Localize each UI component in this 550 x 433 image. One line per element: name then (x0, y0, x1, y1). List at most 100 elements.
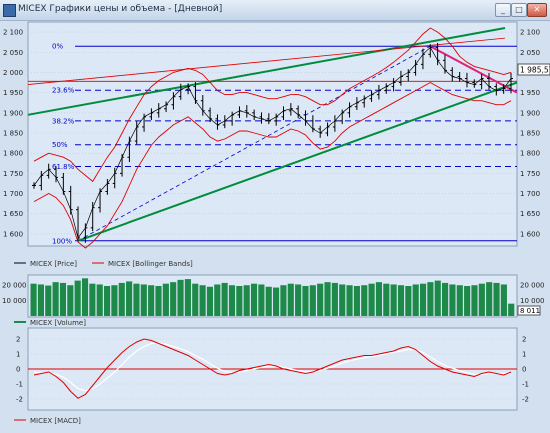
volume-bar (214, 284, 221, 316)
volume-bar (59, 282, 67, 316)
price-tick-right: 1 900 (520, 109, 540, 117)
volume-bar (126, 281, 133, 316)
volume-bar (133, 283, 140, 316)
macd-tick-left: 1 (16, 351, 20, 359)
price-tick-left: 1 700 (3, 190, 23, 198)
volume-bar (162, 283, 169, 316)
price-tick-left: 1 750 (3, 170, 23, 178)
volume-bar (103, 286, 111, 316)
volume-bar (456, 285, 463, 316)
volume-bar (221, 282, 228, 316)
volume-bar (236, 286, 243, 316)
volume-bar (67, 285, 74, 316)
legend-macd: MICEX [MACD] (30, 417, 81, 425)
price-tick-left: 1 650 (3, 210, 23, 218)
price-tick-right: 1 600 (520, 230, 540, 238)
price-plot[interactable] (27, 21, 518, 247)
macd-legend: MICEX [MACD] (14, 417, 81, 425)
macd-tick-right: 2 (522, 336, 526, 344)
title-bar[interactable]: MICEX Графики цены и объема - [Дневной] … (0, 0, 550, 21)
price-tick-left: 1 950 (3, 89, 23, 97)
price-tick-left: 1 800 (3, 150, 23, 158)
macd-tick-right: -1 (522, 381, 529, 389)
volume-bar (52, 282, 59, 316)
volume-bar (464, 286, 471, 316)
price-tick-left: 1 600 (3, 230, 23, 238)
price-tick-left: 1 850 (3, 129, 23, 137)
macd-tick-right: -2 (522, 396, 529, 404)
price-tick-right: 1 850 (520, 129, 540, 137)
volume-bar (375, 282, 383, 316)
window-title: MICEX Графики цены и объема - [Дневной] (18, 4, 223, 14)
volume-bar (478, 283, 485, 316)
volume-legend: MICEX [Volume] (14, 319, 86, 327)
volume-bar (412, 284, 419, 316)
volume-bar (177, 279, 184, 316)
volume-bar (258, 284, 265, 316)
volume-bar (368, 283, 375, 316)
volume-bar (508, 303, 515, 316)
volume-bar (390, 284, 397, 316)
volume-bar (419, 283, 427, 316)
volume-bar (184, 279, 191, 316)
volume-bar (324, 282, 331, 316)
price-tick-right: 1 800 (520, 150, 540, 158)
volume-bar (397, 285, 405, 316)
fib-label: 100% (52, 237, 72, 245)
volume-bar (45, 285, 52, 316)
last-price-label: 1 985,57 (520, 66, 550, 75)
price-tick-right: 2 050 (520, 49, 540, 57)
volume-bar (243, 285, 250, 316)
price-tick-left: 2 000 (3, 69, 23, 77)
volume-bar (500, 284, 507, 316)
chart-area[interactable]: 0%23.6%38.2%50%61.8%100% 2 100 2 1002 050… (0, 20, 550, 433)
price-tick-right: 1 700 (520, 190, 540, 198)
macd-tick-right: 0 (522, 366, 526, 374)
volume-bar (273, 287, 280, 316)
macd-tick-right: 1 (522, 351, 526, 359)
legend-price: MICEX [Price] (30, 260, 77, 268)
fib-label: 50% (52, 141, 68, 149)
volume-bar (295, 284, 302, 316)
macd-tick-left: 0 (16, 366, 20, 374)
volume-bar (449, 284, 456, 316)
volume-bar (37, 284, 44, 316)
close-button[interactable]: ✕ (527, 3, 547, 17)
volume-bar (346, 285, 353, 316)
price-legend: MICEX [Price] MICEX [Bollinger Bands] (14, 260, 193, 268)
chart-window: MICEX Графики цены и объема - [Дневной] … (0, 0, 550, 433)
volume-bar (353, 286, 360, 316)
volume-bar (192, 283, 199, 316)
macd-tick-left: -2 (16, 396, 23, 404)
volume-bar (280, 285, 287, 316)
volume-bar (228, 285, 236, 316)
last-price-tag: 1 985,57 (517, 63, 550, 76)
legend-bollinger: MICEX [Bollinger Bands] (108, 260, 193, 268)
volume-bar (74, 280, 81, 316)
volume-bar (206, 286, 214, 316)
volume-bar (317, 283, 324, 316)
volume-bar (383, 283, 390, 316)
volume-bar (170, 282, 177, 316)
fib-label: 0% (52, 43, 63, 51)
price-tick-right: 1 650 (520, 210, 540, 218)
volume-tick-right: 20 000 (520, 282, 545, 290)
volume-bar (96, 284, 103, 316)
price-tick-left: 1 900 (3, 109, 23, 117)
app-icon (3, 4, 16, 17)
macd-tick-left: -1 (16, 381, 23, 389)
volume-bar (155, 286, 162, 316)
maximize-button[interactable]: □ (511, 3, 527, 17)
volume-bar (486, 282, 493, 316)
volume-bar (287, 283, 294, 316)
volume-bar (339, 284, 346, 316)
volume-bar (493, 282, 500, 316)
volume-tick-left: 20 000 (2, 282, 27, 290)
volume-bar (265, 286, 272, 316)
volume-bar (30, 283, 37, 316)
minimize-button[interactable]: _ (495, 3, 511, 17)
volume-bar (471, 285, 478, 316)
last-volume-tag: 8 011 (517, 305, 541, 316)
last-volume-label: 8 011 (520, 307, 540, 315)
price-tick-left: 2 050 (3, 49, 23, 57)
